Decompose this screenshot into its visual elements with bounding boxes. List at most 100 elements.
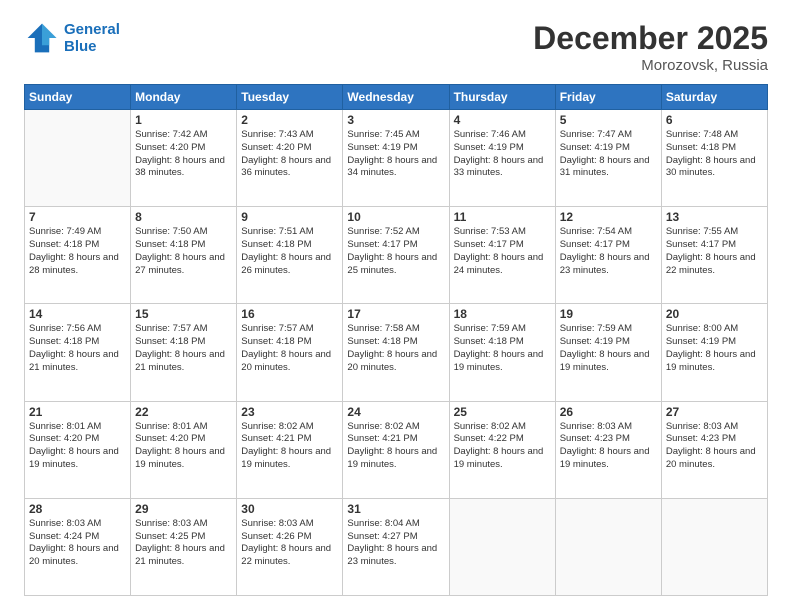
day-number: 31	[347, 502, 444, 516]
weekday-header-friday: Friday	[555, 85, 661, 110]
logo-icon	[24, 20, 60, 56]
day-number: 15	[135, 307, 232, 321]
day-number: 13	[666, 210, 763, 224]
calendar-cell: 17Sunrise: 7:58 AM Sunset: 4:18 PM Dayli…	[343, 304, 449, 401]
calendar-cell: 14Sunrise: 7:56 AM Sunset: 4:18 PM Dayli…	[25, 304, 131, 401]
calendar-cell: 24 Sunrise: 8:02 AM Sunset: 4:21 PM Dayli…	[343, 401, 449, 498]
location-title: Morozovsk, Russia	[533, 57, 768, 74]
day-info: Sunrise: 7:49 AM Sunset: 4:18 PM Dayligh…	[29, 226, 126, 277]
weekday-header-row: SundayMondayTuesdayWednesdayThursdayFrid…	[25, 85, 768, 110]
day-number: 22	[135, 405, 232, 419]
calendar-cell: 20Sunrise: 8:00 AM Sunset: 4:19 PM Dayli…	[661, 304, 767, 401]
day-info: Sunrise: 7:54 AM Sunset: 4:17 PM Dayligh…	[560, 226, 657, 277]
day-number: 30	[241, 502, 338, 516]
week-row-0: 1 Sunrise: 7:42 AM Sunset: 4:20 PM Daylig…	[25, 110, 768, 207]
calendar-cell	[25, 110, 131, 207]
header: General Blue December 2025 Morozovsk, Ru…	[24, 20, 768, 74]
day-number: 16	[241, 307, 338, 321]
day-info: Sunrise: 8:02 AM Sunset: 4:21 PM Dayligh…	[347, 421, 444, 472]
day-number: 28	[29, 502, 126, 516]
calendar-cell: 26 Sunrise: 8:03 AM Sunset: 4:23 PM Dayli…	[555, 401, 661, 498]
calendar-cell: 8Sunrise: 7:50 AM Sunset: 4:18 PM Daylig…	[131, 207, 237, 304]
day-number: 8	[135, 210, 232, 224]
day-number: 11	[454, 210, 551, 224]
day-info: Sunrise: 7:57 AM Sunset: 4:18 PM Dayligh…	[241, 323, 338, 374]
day-info: Sunrise: 8:03 AM Sunset: 4:23 PM Dayligh…	[560, 421, 657, 472]
weekday-header-sunday: Sunday	[25, 85, 131, 110]
calendar-cell: 23 Sunrise: 8:02 AM Sunset: 4:21 PM Dayli…	[237, 401, 343, 498]
day-info: Sunrise: 8:01 AM Sunset: 4:20 PM Dayligh…	[29, 421, 126, 472]
calendar-cell: 3 Sunrise: 7:45 AM Sunset: 4:19 PM Daylig…	[343, 110, 449, 207]
day-number: 24	[347, 405, 444, 419]
day-number: 7	[29, 210, 126, 224]
day-info: Sunrise: 7:58 AM Sunset: 4:18 PM Dayligh…	[347, 323, 444, 374]
week-row-1: 7 Sunrise: 7:49 AM Sunset: 4:18 PM Daylig…	[25, 207, 768, 304]
calendar-cell: 15 Sunrise: 7:57 AM Sunset: 4:18 PM Dayli…	[131, 304, 237, 401]
day-number: 25	[454, 405, 551, 419]
calendar-cell: 31 Sunrise: 8:04 AM Sunset: 4:27 PM Dayli…	[343, 498, 449, 595]
day-number: 23	[241, 405, 338, 419]
calendar-cell: 11 Sunrise: 7:53 AM Sunset: 4:17 PM Dayli…	[449, 207, 555, 304]
calendar-cell	[555, 498, 661, 595]
day-number: 9	[241, 210, 338, 224]
day-info: Sunrise: 7:43 AM Sunset: 4:20 PM Dayligh…	[241, 129, 338, 180]
day-number: 10	[347, 210, 444, 224]
day-info: Sunrise: 8:03 AM Sunset: 4:24 PM Dayligh…	[29, 518, 126, 569]
calendar-cell: 10Sunrise: 7:52 AM Sunset: 4:17 PM Dayli…	[343, 207, 449, 304]
day-info: Sunrise: 7:56 AM Sunset: 4:18 PM Dayligh…	[29, 323, 126, 374]
day-number: 3	[347, 113, 444, 127]
day-number: 20	[666, 307, 763, 321]
day-info: Sunrise: 7:46 AM Sunset: 4:19 PM Dayligh…	[454, 129, 551, 180]
day-number: 2	[241, 113, 338, 127]
calendar-cell: 29 Sunrise: 8:03 AM Sunset: 4:25 PM Dayli…	[131, 498, 237, 595]
calendar-cell: 18 Sunrise: 7:59 AM Sunset: 4:18 PM Dayli…	[449, 304, 555, 401]
day-info: Sunrise: 8:02 AM Sunset: 4:21 PM Dayligh…	[241, 421, 338, 472]
day-info: Sunrise: 8:03 AM Sunset: 4:23 PM Dayligh…	[666, 421, 763, 472]
calendar-cell: 22 Sunrise: 8:01 AM Sunset: 4:20 PM Dayli…	[131, 401, 237, 498]
calendar-cell: 28 Sunrise: 8:03 AM Sunset: 4:24 PM Dayli…	[25, 498, 131, 595]
day-info: Sunrise: 8:04 AM Sunset: 4:27 PM Dayligh…	[347, 518, 444, 569]
calendar-cell: 6Sunrise: 7:48 AM Sunset: 4:18 PM Daylig…	[661, 110, 767, 207]
week-row-3: 21Sunrise: 8:01 AM Sunset: 4:20 PM Dayli…	[25, 401, 768, 498]
weekday-header-monday: Monday	[131, 85, 237, 110]
day-info: Sunrise: 7:51 AM Sunset: 4:18 PM Dayligh…	[241, 226, 338, 277]
calendar-cell: 4 Sunrise: 7:46 AM Sunset: 4:19 PM Daylig…	[449, 110, 555, 207]
day-number: 19	[560, 307, 657, 321]
day-info: Sunrise: 7:48 AM Sunset: 4:18 PM Dayligh…	[666, 129, 763, 180]
day-info: Sunrise: 7:53 AM Sunset: 4:17 PM Dayligh…	[454, 226, 551, 277]
day-number: 27	[666, 405, 763, 419]
day-info: Sunrise: 7:55 AM Sunset: 4:17 PM Dayligh…	[666, 226, 763, 277]
day-info: Sunrise: 8:01 AM Sunset: 4:20 PM Dayligh…	[135, 421, 232, 472]
calendar-cell: 27 Sunrise: 8:03 AM Sunset: 4:23 PM Dayli…	[661, 401, 767, 498]
day-number: 18	[454, 307, 551, 321]
day-info: Sunrise: 8:03 AM Sunset: 4:25 PM Dayligh…	[135, 518, 232, 569]
day-number: 26	[560, 405, 657, 419]
page: General Blue December 2025 Morozovsk, Ru…	[0, 0, 792, 612]
calendar-cell: 2 Sunrise: 7:43 AM Sunset: 4:20 PM Daylig…	[237, 110, 343, 207]
day-info: Sunrise: 7:59 AM Sunset: 4:19 PM Dayligh…	[560, 323, 657, 374]
calendar-cell: 30 Sunrise: 8:03 AM Sunset: 4:26 PM Dayli…	[237, 498, 343, 595]
calendar-cell: 21Sunrise: 8:01 AM Sunset: 4:20 PM Dayli…	[25, 401, 131, 498]
calendar-cell	[661, 498, 767, 595]
logo-text: General Blue	[64, 21, 120, 55]
calendar-table: SundayMondayTuesdayWednesdayThursdayFrid…	[24, 84, 768, 596]
day-number: 29	[135, 502, 232, 516]
week-row-4: 28 Sunrise: 8:03 AM Sunset: 4:24 PM Dayli…	[25, 498, 768, 595]
day-number: 12	[560, 210, 657, 224]
day-info: Sunrise: 7:57 AM Sunset: 4:18 PM Dayligh…	[135, 323, 232, 374]
day-number: 1	[135, 113, 232, 127]
day-info: Sunrise: 7:42 AM Sunset: 4:20 PM Dayligh…	[135, 129, 232, 180]
day-info: Sunrise: 7:45 AM Sunset: 4:19 PM Dayligh…	[347, 129, 444, 180]
day-info: Sunrise: 8:03 AM Sunset: 4:26 PM Dayligh…	[241, 518, 338, 569]
calendar-cell	[449, 498, 555, 595]
weekday-header-saturday: Saturday	[661, 85, 767, 110]
weekday-header-tuesday: Tuesday	[237, 85, 343, 110]
day-number: 5	[560, 113, 657, 127]
calendar-cell: 1 Sunrise: 7:42 AM Sunset: 4:20 PM Daylig…	[131, 110, 237, 207]
day-info: Sunrise: 8:02 AM Sunset: 4:22 PM Dayligh…	[454, 421, 551, 472]
day-info: Sunrise: 7:59 AM Sunset: 4:18 PM Dayligh…	[454, 323, 551, 374]
day-number: 4	[454, 113, 551, 127]
month-title: December 2025	[533, 20, 768, 57]
calendar-cell: 16 Sunrise: 7:57 AM Sunset: 4:18 PM Dayli…	[237, 304, 343, 401]
week-row-2: 14Sunrise: 7:56 AM Sunset: 4:18 PM Dayli…	[25, 304, 768, 401]
